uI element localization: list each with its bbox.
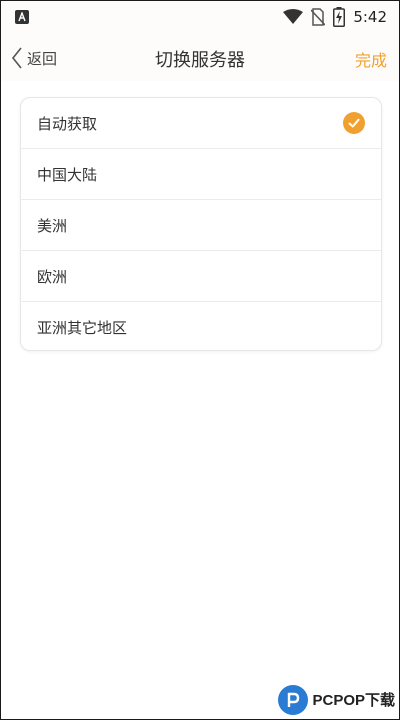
watermark-text: PCPOP下载 [312, 691, 395, 709]
check-icon [343, 112, 365, 134]
pcpop-logo-icon [278, 685, 309, 715]
server-item-label: 美洲 [37, 216, 68, 235]
no-sim-icon [311, 8, 326, 26]
done-button[interactable]: 完成 [355, 47, 387, 71]
status-time: 5:42 [353, 8, 387, 26]
server-item-other-asia[interactable]: 亚洲其它地区 [21, 302, 381, 350]
status-bar: 5:42 [1, 1, 399, 35]
server-list: 自动获取 中国大陆 美洲 欧洲 亚洲其它地区 [20, 97, 382, 351]
server-item-americas[interactable]: 美洲 [21, 200, 381, 251]
server-item-label: 自动获取 [37, 114, 98, 133]
wifi-icon [283, 9, 304, 24]
battery-charging-icon [333, 7, 346, 27]
watermark: PCPOP下载 [278, 685, 395, 715]
page-title: 切换服务器 [155, 50, 245, 71]
server-item-label: 亚洲其它地区 [37, 319, 128, 337]
app-a-icon [15, 10, 29, 24]
server-item-label: 中国大陆 [37, 165, 98, 184]
server-item-auto[interactable]: 自动获取 [21, 98, 381, 149]
nav-bar: 返回 切换服务器 完成 [1, 35, 399, 81]
server-item-europe[interactable]: 欧洲 [21, 251, 381, 302]
status-icons: 5:42 [283, 7, 387, 27]
server-item-label: 欧洲 [37, 267, 68, 286]
server-item-mainland-china[interactable]: 中国大陆 [21, 149, 381, 200]
